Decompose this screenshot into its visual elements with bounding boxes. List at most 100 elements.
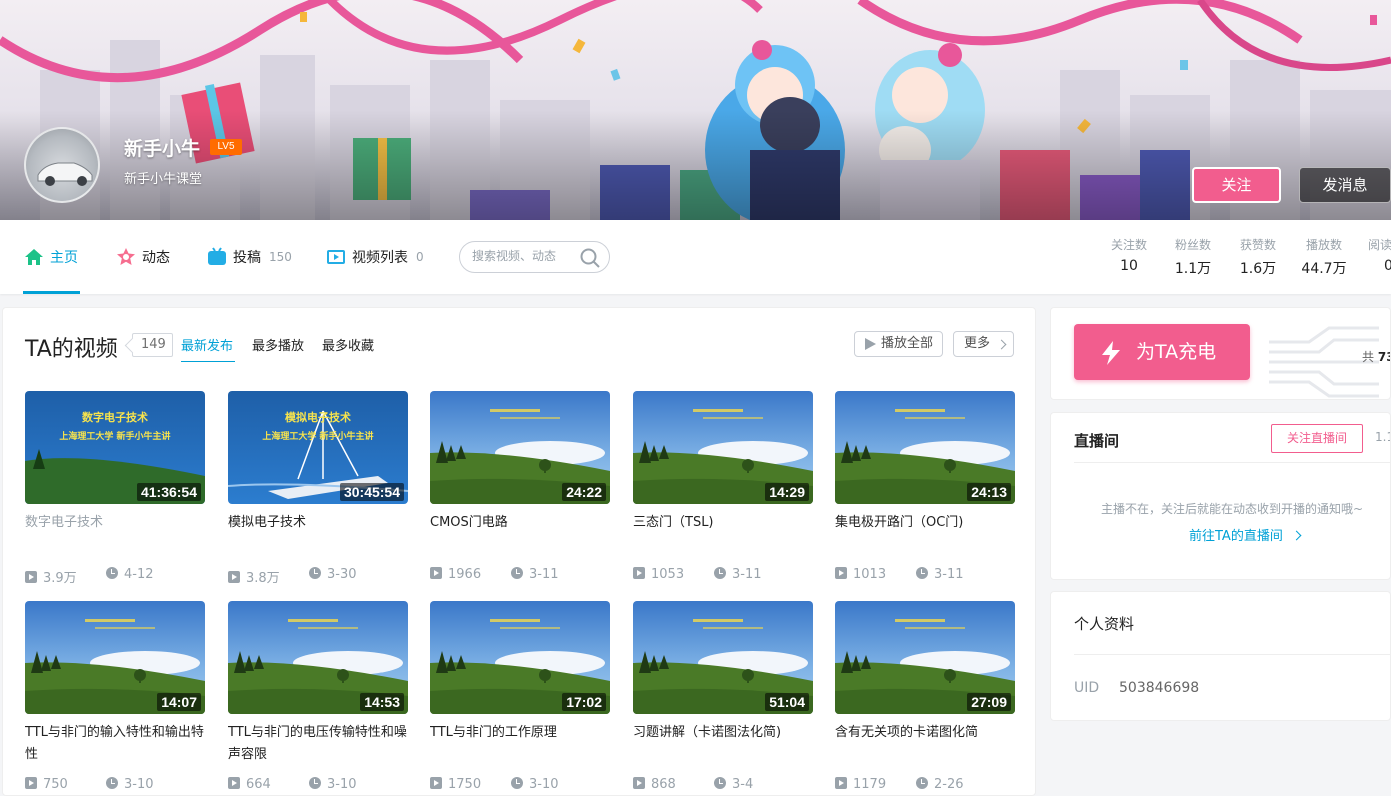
profile-banner: 新手小牛 LV5 新手小牛课堂 关注 发消息 — [0, 0, 1391, 220]
tab-most-favorited[interactable]: 最多收藏 — [322, 335, 374, 354]
video-date: 3-30 — [309, 567, 357, 582]
search-icon[interactable] — [579, 247, 601, 269]
avatar[interactable] — [24, 127, 100, 203]
video-title[interactable]: 含有无关项的卡诺图化简 — [835, 722, 1015, 766]
video-plays: 664 — [228, 777, 271, 792]
search-input[interactable] — [472, 249, 582, 263]
video-thumbnail[interactable]: 27:09 — [835, 601, 1015, 714]
video-card[interactable]: 51:04 习题讲解（卡诺图法化简) 868 3-4 — [633, 601, 813, 792]
video-thumbnail[interactable]: 14:53 — [228, 601, 408, 714]
clock-icon — [916, 567, 928, 579]
clock-icon — [309, 567, 321, 579]
charge-button[interactable]: 为TA充电 — [1074, 324, 1250, 380]
play-count-icon — [430, 567, 442, 579]
video-thumbnail[interactable]: 17:02 — [430, 601, 610, 714]
video-title[interactable]: 集电极开路门（OC门) — [835, 512, 1015, 556]
video-thumbnail[interactable]: 14:29 — [633, 391, 813, 504]
video-duration: 51:04 — [765, 693, 809, 711]
video-thumbnail[interactable]: 模拟电子技术 上海理工大学 新手小牛主讲 30:45:54 — [228, 391, 408, 504]
play-count-icon — [25, 571, 37, 583]
video-card[interactable]: 17:02 TTL与非门的工作原理 1750 3-10 — [430, 601, 610, 792]
tab-dynamic-label: 动态 — [142, 250, 170, 266]
video-card[interactable]: 24:13 集电极开路门（OC门) 1013 3-11 — [835, 391, 1015, 582]
stat-following-value: 10 — [1120, 258, 1138, 274]
uid-label: UID — [1074, 680, 1100, 696]
thumb-subtitle-text: 上海理工大学 新手小牛主讲 — [59, 432, 171, 442]
thumb-subtitle-text: 上海理工大学 新手小牛主讲 — [262, 432, 374, 442]
video-date-value: 3-4 — [732, 777, 754, 792]
video-plays-value: 868 — [651, 777, 676, 792]
video-thumbnail[interactable]: 14:07 — [25, 601, 205, 714]
tab-video-list[interactable]: 视频列表 0 — [326, 220, 424, 294]
live-room-title: 直播间 — [1074, 432, 1120, 450]
go-to-live-room-link[interactable]: 前往TA的直播间 — [1189, 525, 1302, 544]
search-box[interactable] — [459, 241, 610, 273]
play-count-icon — [228, 777, 240, 789]
video-plays-value: 1179 — [853, 777, 887, 792]
video-plays-value: 1013 — [853, 567, 887, 582]
active-tab-indicator — [23, 291, 80, 294]
chevron-right-icon — [1291, 530, 1302, 541]
follow-button[interactable]: 关注 — [1192, 167, 1281, 203]
video-card[interactable]: 14:53 TTL与非门的电压传输特性和噪声容限 664 3-10 — [228, 601, 408, 792]
video-card[interactable]: 27:09 含有无关项的卡诺图化简 1179 2-26 — [835, 601, 1015, 792]
video-card[interactable]: 14:29 三态门（TSL) 1053 3-11 — [633, 391, 813, 582]
tab-most-played[interactable]: 最多播放 — [252, 335, 304, 354]
videos-section-title: TA的视频 — [25, 337, 118, 362]
clock-icon — [916, 777, 928, 789]
user-sign: 新手小牛课堂 — [124, 172, 203, 187]
video-title[interactable]: 数字电子技术 — [25, 512, 205, 556]
stat-following[interactable]: 关注数 10 — [1106, 236, 1152, 274]
stat-plays-label: 播放数 — [1305, 238, 1342, 252]
tab-dynamic[interactable]: 动态 — [116, 220, 170, 294]
video-date-value: 2-26 — [934, 777, 964, 792]
stat-reads-value: 0 — [1384, 258, 1391, 274]
video-duration: 41:36:54 — [136, 483, 201, 501]
video-title[interactable]: 模拟电子技术 — [228, 512, 408, 556]
tab-video-list-count: 0 — [416, 250, 424, 264]
video-plays-value: 664 — [246, 777, 271, 792]
more-videos-button[interactable]: 更多 — [953, 331, 1014, 357]
video-title[interactable]: TTL与非门的电压传输特性和噪声容限 — [228, 722, 408, 766]
stat-plays-value: 44.7万 — [1301, 261, 1347, 277]
stat-fans[interactable]: 粉丝数 1.1万 — [1170, 236, 1216, 278]
play-count-icon — [835, 567, 847, 579]
clock-icon — [511, 777, 523, 789]
video-thumbnail[interactable]: 51:04 — [633, 601, 813, 714]
video-plays-value: 1750 — [448, 777, 482, 792]
video-card[interactable]: 模拟电子技术 上海理工大学 新手小牛主讲 30:45:54 模拟电子技术 3.8万 3-3… — [228, 391, 408, 586]
videos-count-badge: 149 — [132, 333, 173, 357]
video-duration: 14:07 — [157, 693, 201, 711]
video-thumbnail[interactable]: 24:13 — [835, 391, 1015, 504]
video-date: 3-4 — [714, 777, 753, 792]
video-plays: 1750 — [430, 777, 481, 792]
video-card[interactable]: 14:07 TTL与非门的输入特性和输出特性 750 3-10 — [25, 601, 205, 792]
video-title[interactable]: 习题讲解（卡诺图法化简) — [633, 722, 813, 766]
video-card[interactable]: 24:22 CMOS门电路 1966 3-11 — [430, 391, 610, 582]
video-title[interactable]: TTL与非门的工作原理 — [430, 722, 610, 766]
stat-likes-value: 1.6万 — [1239, 261, 1277, 277]
video-thumbnail[interactable]: 24:22 — [430, 391, 610, 504]
video-plays: 1053 — [633, 567, 684, 582]
upload-icon — [208, 247, 226, 265]
tab-latest[interactable]: 最新发布 — [181, 335, 233, 354]
video-title[interactable]: CMOS门电路 — [430, 512, 610, 556]
video-date: 2-26 — [916, 777, 964, 792]
follow-live-button[interactable]: 关注直播间 — [1271, 424, 1363, 453]
tab-upload-count: 150 — [269, 250, 292, 264]
video-card[interactable]: 数字电子技术 上海理工大学 新手小牛主讲 41:36:54 数字电子技术 3.9万 4-1… — [25, 391, 205, 586]
send-message-button[interactable]: 发消息 — [1299, 167, 1391, 203]
video-title[interactable]: 三态门（TSL) — [633, 512, 813, 556]
play-all-button[interactable]: 播放全部 — [854, 331, 943, 357]
video-plays: 3.8万 — [228, 567, 280, 586]
video-title[interactable]: TTL与非门的输入特性和输出特性 — [25, 722, 205, 766]
tab-video-list-label: 视频列表 — [352, 250, 408, 266]
video-date: 3-11 — [511, 567, 559, 582]
stat-likes: 获赞数 1.6万 — [1235, 236, 1281, 278]
play-count-icon — [835, 777, 847, 789]
tab-upload[interactable]: 投稿 150 — [207, 220, 292, 294]
video-thumbnail[interactable]: 数字电子技术 上海理工大学 新手小牛主讲 41:36:54 — [25, 391, 205, 504]
tab-home[interactable]: 主页 — [24, 220, 78, 294]
video-plays: 868 — [633, 777, 676, 792]
stat-fans-value: 1.1万 — [1174, 261, 1212, 277]
